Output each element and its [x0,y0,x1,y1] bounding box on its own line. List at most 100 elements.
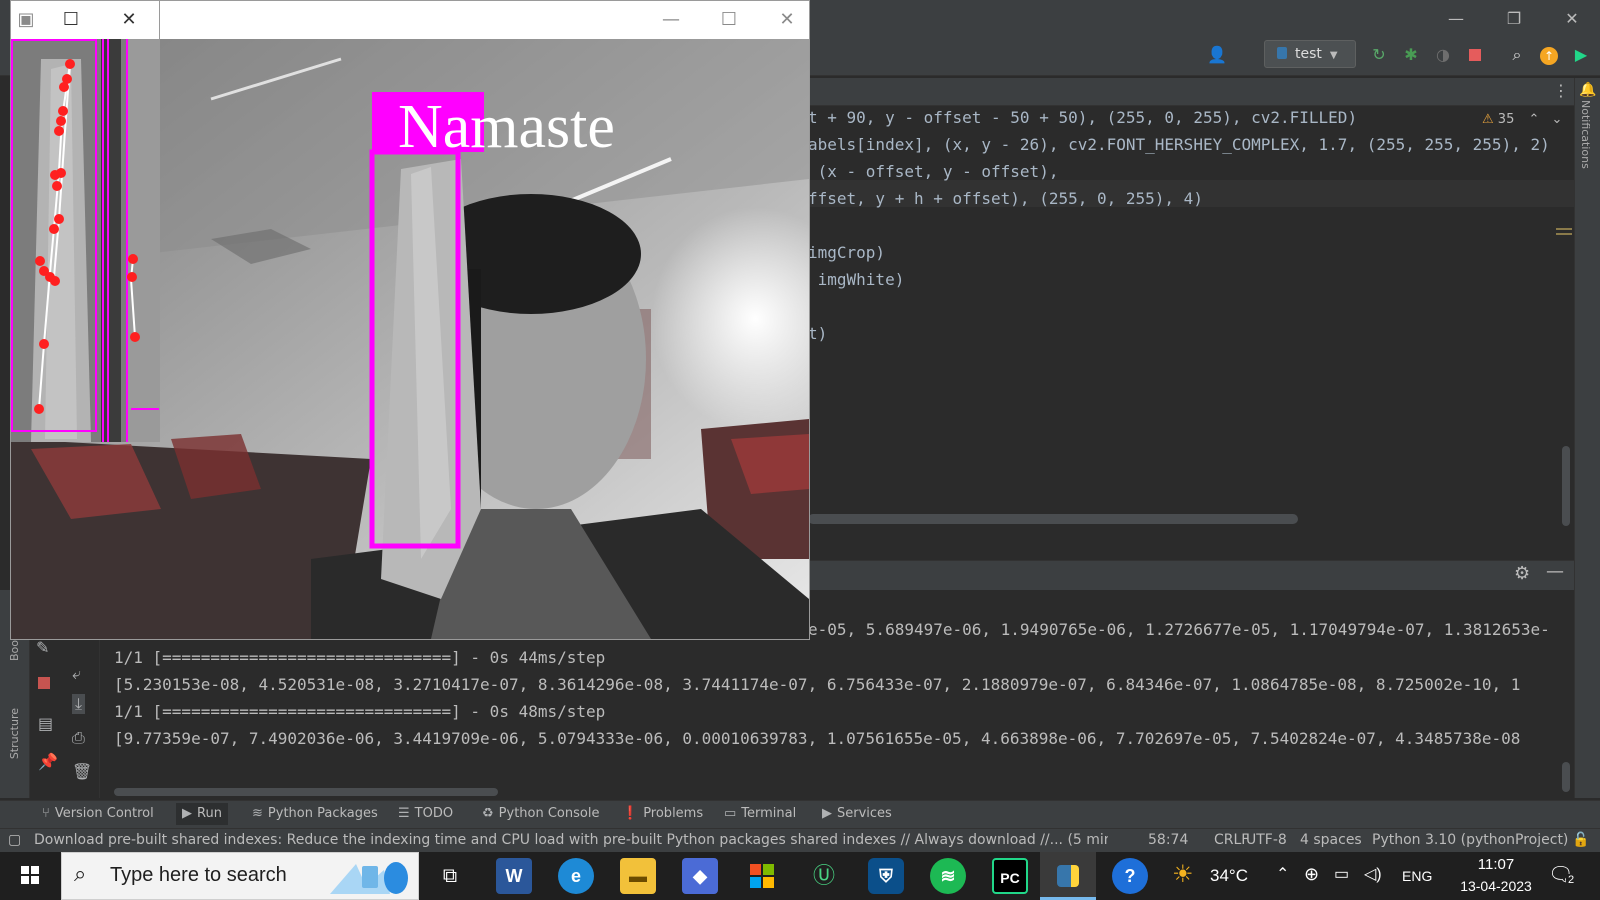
security-app-icon[interactable]: ⛨ [868,858,904,894]
weather-icon[interactable]: ☀ [1172,860,1194,889]
camera-maximize-button[interactable]: ☐ [709,7,749,33]
crop-maximize-button[interactable]: ☐ [53,7,89,33]
tab-terminal[interactable]: ▭ Terminal [724,803,796,825]
scroll-to-end-icon[interactable]: ⤓ [72,694,86,714]
bookmarks-tab[interactable]: Boo [8,640,21,661]
volume-icon[interactable]: ◁) [1364,864,1382,884]
stop-icon[interactable] [38,674,50,693]
layout-icon[interactable]: ▤ [38,714,53,733]
editor-vertical-scrollbar[interactable] [1562,446,1570,526]
user-icon[interactable]: 👤 [1206,44,1228,66]
problems-icon: ❗ [622,806,639,821]
ide-minimize-button[interactable]: — [1436,6,1476,32]
network-icon[interactable]: ⊕ [1304,864,1319,885]
console-vertical-scrollbar[interactable] [1562,762,1570,792]
pin-icon[interactable]: 📌 [38,752,58,771]
update-icon[interactable]: ↑ [1538,44,1560,66]
notification-count-badge: 2 [1566,874,1577,886]
tab-python-console[interactable]: ♻ Python Console [482,803,599,825]
bell-icon[interactable]: 🔔 [1579,82,1596,98]
edge-icon[interactable]: e [558,858,594,894]
rerun-icon[interactable]: ↻ [1368,44,1390,66]
clock-date[interactable]: 13-04-2023 [1446,878,1546,894]
gear-icon[interactable]: ⚙ [1514,563,1530,584]
ide-close-button[interactable]: ✕ [1552,6,1592,32]
chevron-down-icon: ▼ [1329,50,1338,61]
python-console-icon: ♻ [482,806,494,821]
camera-minimize-button[interactable]: — [651,7,691,33]
tab-run[interactable]: ▶ Run [176,803,228,825]
file-explorer-icon[interactable]: ▬ [620,858,656,894]
clock-time[interactable]: 11:07 [1468,856,1524,873]
editor-tab-strip [808,78,1600,106]
caret-position[interactable]: 58:74 [1148,831,1188,849]
coverage-icon[interactable]: ◑ [1432,44,1454,66]
word-icon[interactable]: W [496,858,532,894]
landmark-point [56,116,66,126]
status-message[interactable]: Download pre-built shared indexes: Reduc… [34,831,1108,849]
crop-close-button[interactable]: ✕ [111,7,147,33]
code-line: t) [808,324,828,343]
lock-icon[interactable]: 🔓 [1572,831,1589,849]
python-icon [1277,47,1287,59]
image-crop-window[interactable]: ▣ ☐ ✕ [10,0,160,442]
jetbrains-icon[interactable]: ▶ [1570,44,1592,66]
landmark-point [50,276,60,286]
warnings-indicator[interactable]: ⚠ 35 ⌃ ⌄ [1478,112,1567,127]
tab-version-control[interactable]: ⑂ Version Control [42,803,154,825]
language-indicator[interactable]: ENG [1402,868,1432,884]
debug-icon[interactable]: ✱ [1400,44,1422,66]
tab-todo[interactable]: ☰ TODO [398,803,453,825]
tab-services[interactable]: ▶ Services [822,803,892,825]
line-separator[interactable]: CRLF [1214,831,1249,849]
console-horizontal-scrollbar[interactable] [114,788,498,796]
landmark-point [56,168,66,178]
python-window-icon[interactable] [1040,852,1096,900]
trash-icon[interactable]: 🗑 [72,762,92,781]
more-icon[interactable]: ⋮ [1550,80,1572,102]
chevron-down-icon[interactable]: ⌄ [1552,112,1563,127]
task-view-icon[interactable]: ⧉ [432,858,468,894]
landmark-point [34,404,44,414]
console-line: [9.77359e-07, 7.4902036e-06, 3.4419709e-… [114,729,1521,748]
run-configuration-select[interactable]: test ▼ [1264,40,1356,68]
camera-close-button[interactable]: ✕ [767,7,807,33]
editor-horizontal-scrollbar[interactable] [808,514,1298,524]
windows-logo-icon [21,866,39,884]
soft-wrap-icon[interactable]: ⤶ [72,664,81,684]
chevron-up-icon[interactable]: ⌃ [1528,112,1539,127]
start-button[interactable] [10,862,50,890]
code-editor[interactable]: t + 90, y - offset - 50 + 50), (255, 0, … [808,106,1574,526]
hide-panel-icon[interactable]: — [1546,561,1564,582]
pycharm-icon[interactable]: PC [992,858,1028,894]
cropped-hand-frame [11,39,159,442]
landmark-point [127,272,137,282]
branch-icon: ⑂ [42,806,50,821]
landmark-point [54,214,64,224]
copilot-icon[interactable]: ◆ [682,858,718,894]
weather-temperature[interactable]: 34°C [1210,866,1248,886]
tab-python-packages[interactable]: ≋ Python Packages [252,803,378,825]
structure-tab[interactable]: Structure [8,708,21,759]
print-icon[interactable]: ⎙ [72,728,85,748]
search-icon[interactable]: ⌕ [1506,44,1528,66]
file-encoding[interactable]: UTF-8 [1246,831,1287,849]
microsoft-store-icon[interactable] [744,858,780,894]
battery-icon[interactable]: ▭ [1334,864,1349,884]
packages-icon: ≋ [252,806,263,821]
indent-setting[interactable]: 4 spaces [1300,831,1362,849]
status-toggle-icon[interactable]: ▢ [8,831,21,849]
ide-restore-button[interactable]: ❐ [1494,6,1534,32]
notifications-tab[interactable]: Notifications [1579,100,1592,169]
right-tool-strip [1574,78,1600,798]
chevron-up-icon[interactable]: ⌃ [1276,864,1289,884]
app-u-icon[interactable]: Ⓤ [806,858,842,894]
stop-icon[interactable] [1464,44,1486,66]
python-interpreter[interactable]: Python 3.10 (pythonProject) [1372,831,1568,849]
wrench-icon[interactable]: ✎ [36,638,49,657]
help-icon[interactable]: ? [1112,858,1148,894]
search-highlight-illustration [326,856,414,898]
spotify-icon[interactable]: ≋ [930,858,966,894]
tab-problems[interactable]: ❗ Problems [622,803,703,825]
services-icon: ▶ [822,806,832,821]
